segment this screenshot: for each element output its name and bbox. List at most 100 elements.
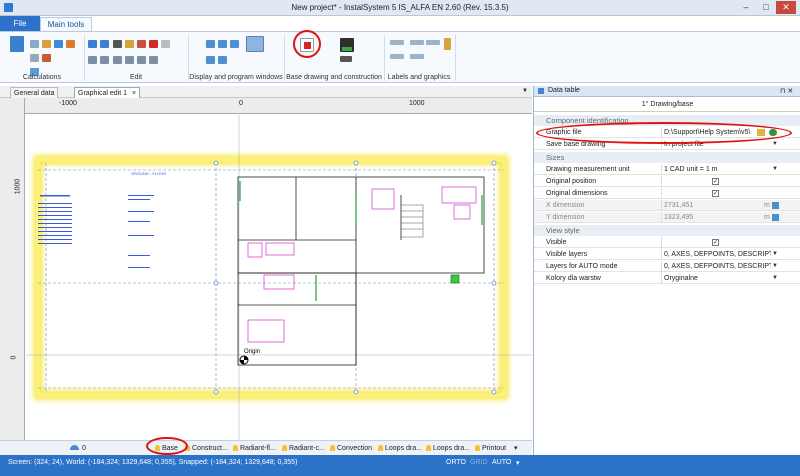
layer-tab-construction[interactable]: Construct... bbox=[185, 443, 228, 454]
layer-tab-radiant-ceiling[interactable]: Radiant-c... bbox=[282, 443, 325, 454]
close-tab-icon[interactable]: × bbox=[132, 90, 136, 97]
select-icon[interactable] bbox=[88, 56, 97, 64]
layer-tab-convection[interactable]: Convection bbox=[330, 443, 372, 454]
windows-icon[interactable] bbox=[246, 36, 264, 52]
layer-tab-printout[interactable]: Printout bbox=[475, 443, 506, 454]
legend-block bbox=[38, 195, 154, 268]
zoom-out-icon[interactable] bbox=[218, 40, 227, 48]
layer-count: 0 bbox=[70, 443, 86, 454]
highlight-circle bbox=[293, 30, 321, 58]
grid-toggle[interactable]: GRID bbox=[470, 459, 488, 466]
zoom-window-icon[interactable] bbox=[206, 56, 215, 64]
tab-general-data[interactable]: General data bbox=[10, 87, 59, 98]
label-icon[interactable] bbox=[390, 40, 404, 45]
row-divider bbox=[661, 237, 662, 248]
align-icon[interactable] bbox=[137, 56, 146, 64]
radiator-marker[interactable] bbox=[450, 274, 460, 284]
unit-label: m bbox=[764, 202, 770, 209]
tab-dropdown-icon[interactable]: ▼ bbox=[522, 88, 528, 94]
symbol-icon[interactable] bbox=[410, 54, 424, 59]
visible-checkbox[interactable]: ✓ bbox=[712, 239, 719, 246]
row-divider bbox=[661, 249, 662, 260]
row-measurement-unit[interactable]: Drawing measurement unit 1 CAD unit = 1 … bbox=[534, 164, 800, 175]
row-visible[interactable]: Visible ✓ bbox=[534, 237, 800, 248]
row-layer-colors[interactable]: Kolory dla warstw Oryginalne ▼ bbox=[534, 273, 800, 284]
dropdown-icon[interactable]: ▼ bbox=[772, 273, 778, 284]
auto-toggle[interactable]: AUTO bbox=[492, 459, 511, 466]
layer-colors-select[interactable]: Oryginalne bbox=[664, 273, 771, 284]
dimension-icon[interactable] bbox=[340, 56, 352, 62]
maximize-button[interactable]: □ bbox=[756, 1, 776, 14]
paste-icon[interactable] bbox=[137, 40, 146, 48]
section-sizes[interactable]: Sizes bbox=[534, 152, 800, 163]
original-position-checkbox[interactable]: ✓ bbox=[712, 178, 719, 185]
ruler-label: -1000 bbox=[59, 100, 77, 107]
copy-icon[interactable] bbox=[125, 40, 134, 48]
window-title: New project* - InstalSystem 5 IS_ALFA EN… bbox=[291, 3, 509, 12]
original-dimensions-checkbox[interactable]: ✓ bbox=[712, 190, 719, 197]
group-label-labels: Labels and graphics bbox=[387, 74, 451, 81]
layer-tab-more-icon[interactable]: ▾ bbox=[514, 443, 518, 454]
minimize-button[interactable]: – bbox=[736, 1, 756, 14]
list-icon[interactable] bbox=[426, 40, 440, 45]
properties-icon[interactable] bbox=[161, 40, 170, 48]
calculations-icon[interactable] bbox=[10, 36, 24, 52]
cut-icon[interactable] bbox=[113, 40, 122, 48]
layer-tab-loops-1[interactable]: Loops dra... bbox=[378, 443, 422, 454]
pipes-icon[interactable] bbox=[42, 54, 51, 62]
group-label-edit: Edit bbox=[129, 74, 143, 81]
cloud-icon bbox=[70, 445, 79, 450]
row-original-position[interactable]: Original position ✓ bbox=[534, 176, 800, 187]
undo-icon[interactable] bbox=[88, 40, 97, 48]
visible-layers-select[interactable]: 0, AXES, DEFPOINTS, DESCRIPTIC bbox=[664, 249, 771, 260]
auto-dropdown-icon[interactable]: ▾ bbox=[516, 459, 520, 467]
layer-tab-loops-2[interactable]: Loops dra... bbox=[426, 443, 470, 454]
y-dimension-value: 1323,495 bbox=[664, 214, 694, 221]
tab-graphical-edit[interactable]: Graphical edit 1 × bbox=[74, 87, 141, 98]
row-visible-layers[interactable]: Visible layers 0, AXES, DEFPOINTS, DESCR… bbox=[534, 249, 800, 260]
row-y-dimension: Y dimension 1323,495 m bbox=[534, 212, 800, 223]
cube-icon[interactable] bbox=[42, 40, 51, 48]
row-layers-auto[interactable]: Layers for AUTO mode 0, AXES, DEFPOINTS,… bbox=[534, 261, 800, 272]
label-style-icon[interactable] bbox=[410, 40, 424, 45]
grid-icon[interactable] bbox=[30, 54, 39, 62]
bulb-icon bbox=[282, 445, 287, 451]
layer-tab-radiant-floor[interactable]: Radiant-fl... bbox=[233, 443, 276, 454]
table-icon[interactable] bbox=[30, 40, 39, 48]
mirror-icon[interactable] bbox=[125, 56, 134, 64]
orto-toggle[interactable]: ORTO bbox=[446, 459, 466, 466]
dropdown-icon[interactable]: ▼ bbox=[772, 139, 778, 150]
dropdown-icon[interactable]: ▼ bbox=[772, 164, 778, 175]
x-dimension-value: 2731,451 bbox=[664, 202, 694, 209]
layer-tab-label: Loops dra... bbox=[385, 445, 422, 452]
pan-icon[interactable] bbox=[218, 56, 227, 64]
close-window-button[interactable]: ✕ bbox=[776, 1, 796, 14]
zoom-fit-icon[interactable] bbox=[230, 40, 239, 48]
dropdown-icon[interactable]: ▼ bbox=[772, 261, 778, 272]
text-icon[interactable] bbox=[390, 54, 404, 59]
redo-icon[interactable] bbox=[100, 40, 109, 48]
file-tab[interactable]: File bbox=[0, 16, 40, 31]
panel-pin-close[interactable]: ⊓ ✕ bbox=[780, 87, 793, 95]
row-original-dimensions[interactable]: Original dimensions ✓ bbox=[534, 188, 800, 199]
zoom-in-icon[interactable] bbox=[206, 40, 215, 48]
graphics-icon[interactable] bbox=[444, 38, 451, 50]
dropdown-icon[interactable]: ▼ bbox=[772, 249, 778, 260]
calc-icon[interactable] bbox=[772, 202, 779, 209]
drawing-canvas[interactable]: GROUND - FLOOR Origin bbox=[26, 115, 532, 440]
section-view-style[interactable]: View style bbox=[534, 225, 800, 236]
base-drawing-list-icon[interactable] bbox=[340, 38, 354, 52]
auto-layers-select[interactable]: 0, AXES, DEFPOINTS, DESCRIPTIC bbox=[664, 261, 771, 272]
move-icon[interactable] bbox=[100, 56, 109, 64]
bulb-icon bbox=[233, 445, 238, 451]
group-icon[interactable] bbox=[149, 56, 158, 64]
delete-icon[interactable] bbox=[149, 40, 158, 48]
main-tools-tab[interactable]: Main tools bbox=[40, 17, 92, 31]
floor-plan bbox=[237, 176, 485, 366]
flame-icon[interactable] bbox=[66, 40, 75, 48]
group-label-base-drawing: Base drawing and construction bbox=[286, 74, 382, 81]
rotate-icon[interactable] bbox=[113, 56, 122, 64]
calc-icon[interactable] bbox=[772, 214, 779, 221]
drop-icon[interactable] bbox=[54, 40, 63, 48]
unit-select[interactable]: 1 CAD unit = 1 m bbox=[664, 164, 771, 175]
